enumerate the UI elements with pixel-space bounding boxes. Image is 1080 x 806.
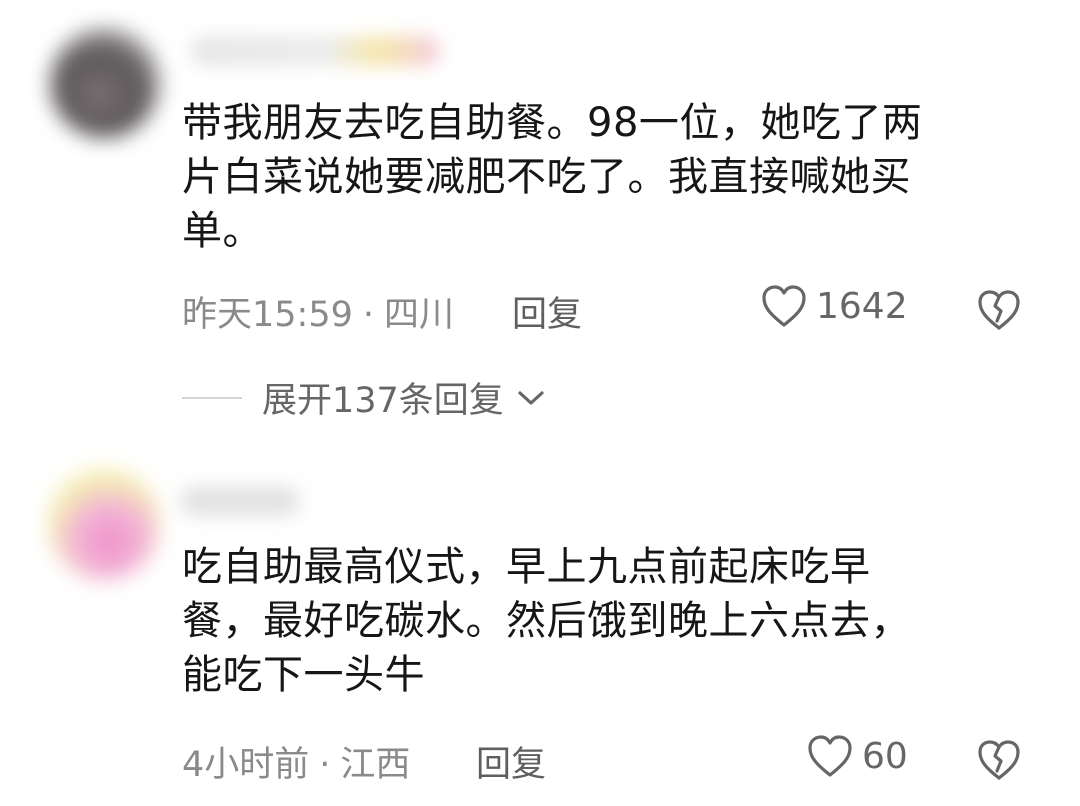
avatar[interactable]	[48, 468, 160, 580]
avatar[interactable]	[50, 28, 160, 138]
broken-heart-icon[interactable]	[976, 288, 1022, 332]
reply-button[interactable]: 回复	[476, 736, 546, 787]
username-blurred[interactable]	[190, 36, 440, 66]
meta-separator: ·	[362, 295, 375, 335]
like-button[interactable]: 1642	[760, 283, 908, 329]
comment-time: 昨天15:59	[182, 295, 353, 335]
comment-item: 带我朋友去吃自助餐。98一位，她吃了两 片白菜说她要减肥不吃了。我直接喊她买 单…	[0, 0, 1080, 440]
expand-replies-button[interactable]: 展开137条回复	[182, 372, 546, 423]
chevron-down-icon	[518, 390, 544, 405]
comment-location: 四川	[384, 295, 455, 335]
divider-line	[182, 396, 242, 399]
like-button[interactable]: 60	[806, 733, 908, 779]
expand-replies-label: 展开137条回复	[262, 381, 504, 421]
like-count: 60	[862, 735, 908, 777]
comment-meta: 昨天15:59 · 四川	[182, 286, 454, 337]
like-count: 1642	[816, 285, 908, 327]
reply-button[interactable]: 回复	[512, 286, 582, 337]
comment-location: 江西	[340, 745, 411, 785]
comment-text: 带我朋友去吃自助餐。98一位，她吃了两 片白菜说她要减肥不吃了。我直接喊她买 单…	[182, 100, 923, 254]
heart-outline-icon	[762, 285, 806, 327]
comment-text: 吃自助最高仪式，早上九点前起床吃早 餐，最好吃碳水。然后饿到晚上六点去， 能吃下…	[182, 544, 911, 698]
meta-separator: ·	[319, 745, 331, 785]
comment-item: 吃自助最高仪式，早上九点前起床吃早 餐，最好吃碳水。然后饿到晚上六点去， 能吃下…	[0, 440, 1080, 806]
comment-time: 4小时前	[182, 745, 310, 785]
username-blurred[interactable]	[180, 486, 300, 516]
comment-meta: 4小时前 · 江西	[182, 736, 410, 787]
broken-heart-icon[interactable]	[976, 738, 1022, 782]
heart-outline-icon	[808, 735, 852, 777]
